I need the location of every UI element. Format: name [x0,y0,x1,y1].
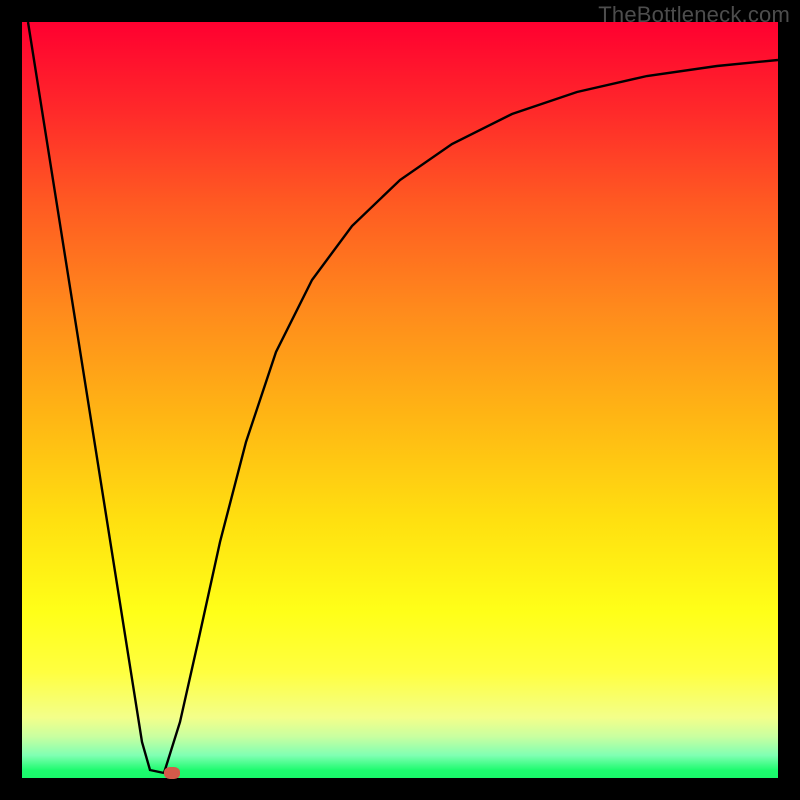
curve-left-branch [28,22,164,773]
watermark-text: TheBottleneck.com [598,2,790,28]
curve-right-branch [164,60,778,773]
optimal-point-marker [164,767,180,779]
chart-frame: TheBottleneck.com [0,0,800,800]
chart-plot-area [22,22,778,778]
bottleneck-curve [22,22,778,778]
